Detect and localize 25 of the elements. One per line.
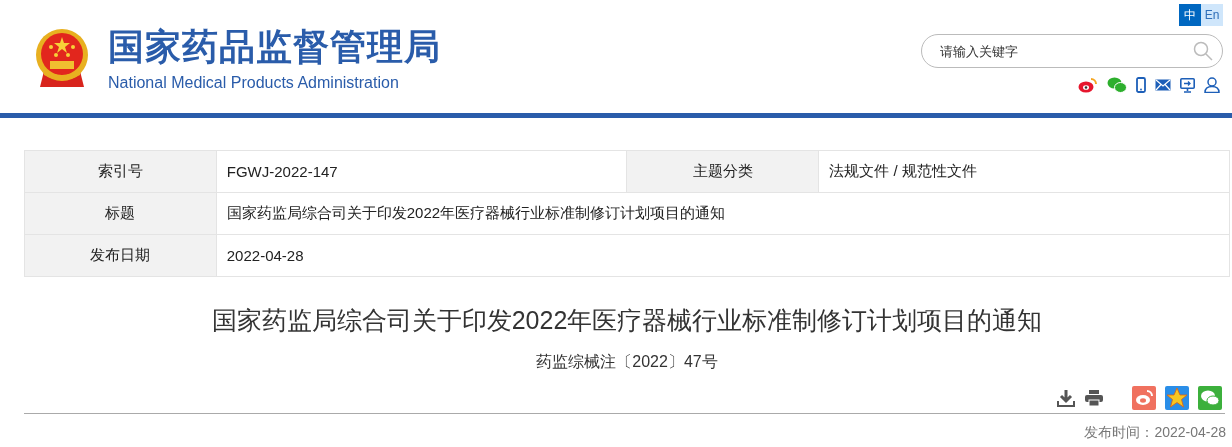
download-icon[interactable] [1057, 389, 1075, 407]
field-label: 发布日期 [24, 234, 217, 277]
search-field[interactable]: 请输入关键字 [921, 34, 1223, 68]
wechat-share-icon[interactable] [1198, 386, 1222, 410]
field-value: FGWJ-2022-147 [216, 150, 627, 193]
field-value: 2022-04-28 [216, 234, 1230, 277]
monitor-icon[interactable] [1180, 77, 1195, 93]
language-tab[interactable]: 中 [1179, 4, 1201, 26]
phone-icon[interactable] [1136, 77, 1146, 93]
language-tab[interactable]: En [1201, 4, 1223, 26]
field-label: 标题 [24, 192, 217, 235]
printer-icon[interactable] [1084, 389, 1104, 407]
user-icon[interactable] [1204, 77, 1220, 93]
star-share-icon[interactable] [1165, 386, 1189, 410]
site-name-english: National Medical Products Administration [108, 73, 400, 92]
article-title: 国家药监局综合司关于印发2022年医疗器械行业标准制修订计划项目的通知 [210, 305, 1044, 335]
document-number: 药监综械注〔2022〕47号 [535, 352, 719, 372]
field-value: 国家药监局综合司关于印发2022年医疗器械行业标准制修订计划项目的通知 [216, 192, 1230, 235]
field-label: 主题分类 [627, 150, 819, 193]
wechat-icon[interactable] [1107, 77, 1127, 93]
site-name: 国家药品监督管理局 [108, 25, 441, 68]
mail-icon[interactable] [1155, 79, 1171, 91]
field-label: 索引号 [24, 150, 217, 193]
publish-time: 发布时间：2022-04-28 [1083, 424, 1227, 442]
field-value: 法规文件 / 规范性文件 [818, 150, 1230, 193]
